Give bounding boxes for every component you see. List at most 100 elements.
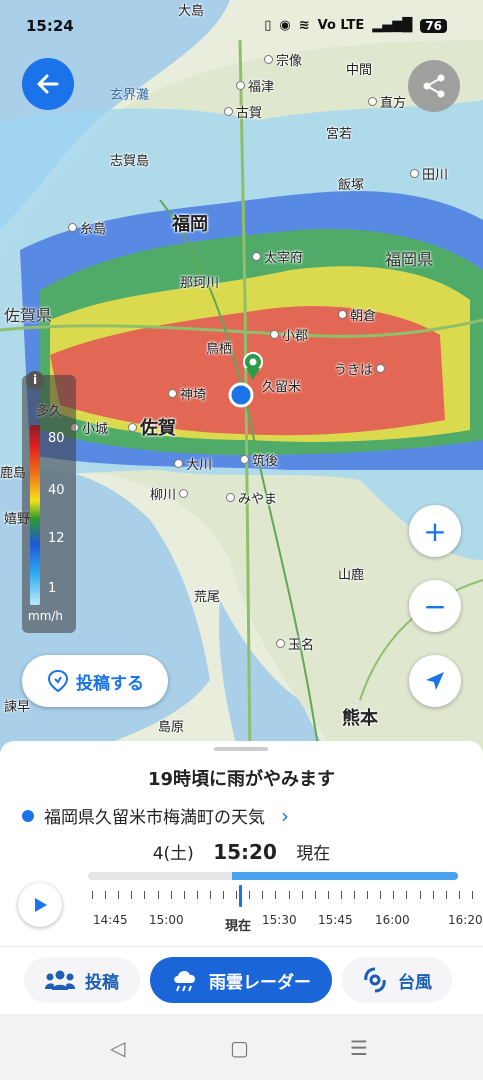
location-icon: ◉ (279, 18, 291, 33)
city-label: 佐賀 (128, 414, 176, 440)
city-label: 太宰府 (252, 247, 303, 266)
city-label: 筑後 (240, 450, 278, 469)
current-location-button[interactable] (409, 655, 461, 707)
city-label: 玉名 (276, 634, 314, 653)
tab-rain-radar[interactable]: 雨雲レーダー (150, 957, 332, 1003)
sea-label: 玄界灘 (110, 88, 150, 103)
city-label: 熊本 (342, 708, 378, 729)
timeline-tick (419, 891, 421, 899)
legend-color-bar (30, 425, 40, 605)
city-label: 田川 (410, 164, 448, 183)
timeline-tick (105, 891, 107, 899)
timeline-tick (209, 891, 211, 899)
timeline-tick (170, 891, 172, 899)
timeline-track[interactable] (88, 872, 458, 880)
post-report-button[interactable]: 投稿する (22, 655, 168, 707)
home-nav-icon[interactable]: ▢ (230, 1036, 249, 1060)
city-label: 古賀 (224, 102, 262, 121)
location-dot-icon (22, 809, 34, 822)
tab-label: 台風 (398, 972, 432, 993)
zoom-in-button[interactable]: + (409, 505, 461, 557)
timeline-tick (262, 891, 264, 899)
info-icon[interactable]: i (26, 371, 44, 389)
timeline-labels: 14:45 15:00 現在 15:30 15:45 16:00 16:20 (0, 913, 483, 934)
tab-typhoon[interactable]: 台風 (342, 957, 452, 1003)
timeline-label: 15:00 (149, 913, 184, 927)
timeline-now-marker[interactable] (239, 885, 242, 907)
city-label: 朝倉 (338, 305, 376, 324)
timeline-tick (223, 891, 224, 899)
timeline-ticks[interactable] (88, 885, 483, 907)
timeline-tick (301, 891, 303, 899)
timeline-tick (367, 891, 369, 899)
city-label: 直方 (368, 92, 406, 111)
legend-level: 80 (48, 431, 65, 446)
share-button[interactable] (408, 60, 460, 112)
time-label: 15:20 (213, 840, 277, 864)
precipitation-legend: i 80 40 12 1 mm/h (22, 371, 76, 633)
city-label: 神埼 (168, 384, 206, 403)
city-label: 飯塚 (338, 178, 365, 193)
recents-nav-icon[interactable]: ☰ (350, 1036, 368, 1060)
rain-radar-map[interactable]: 玄界灘 福岡県 佐賀県 大島 宗像 福津 古賀 中間 直方 宮若 飯塚 田川 糸… (0, 0, 483, 760)
plus-icon: + (423, 514, 447, 548)
timeline-tick (340, 891, 342, 899)
vibrate-icon: ▯ (264, 18, 272, 33)
legend-level: 12 (48, 531, 65, 546)
arrow-left-icon (37, 74, 59, 94)
sheet-handle[interactable] (214, 747, 268, 751)
back-button[interactable] (22, 58, 74, 110)
back-nav-icon[interactable]: ◁ (110, 1036, 125, 1060)
tab-posts[interactable]: 投稿 (24, 957, 140, 1003)
city-label: 福津 (236, 76, 274, 95)
wifi-icon: ≋ (298, 18, 310, 33)
legend-level: 40 (48, 483, 65, 498)
timeline-tick (380, 891, 382, 899)
signal-icon: ▂▄▆█ (372, 18, 413, 33)
city-label: 島原 (158, 720, 185, 735)
navigation-arrow-icon (426, 672, 444, 690)
timeline-tick (249, 891, 251, 899)
timeline-tick (458, 891, 460, 899)
timeline-now-label: 現在 (225, 919, 252, 934)
timeline-tick (432, 891, 434, 899)
current-time-row: 4(土) 15:20 現在 (0, 839, 483, 864)
timeline-tick (183, 891, 185, 899)
date-label: 4(土) (152, 844, 194, 864)
system-navigation-bar: ◁ ▢ ☰ (0, 1014, 483, 1080)
city-label: うきは (334, 359, 386, 378)
tab-label: 投稿 (85, 972, 119, 993)
city-label: 久留米 (262, 380, 302, 395)
timeline-tick (471, 891, 473, 899)
timeline-label: 15:30 (262, 913, 297, 927)
city-label: 糸島 (68, 218, 106, 237)
legend-unit: mm/h (28, 609, 64, 623)
city-label: 志賀島 (110, 154, 150, 169)
city-label: 諫早 (4, 700, 31, 715)
city-label: 中間 (346, 63, 373, 78)
timeline-tick (118, 891, 120, 899)
forecast-range (232, 872, 458, 880)
status-time: 15:24 (26, 17, 74, 35)
city-label: みやま (226, 488, 277, 507)
timeline-tick (393, 891, 395, 899)
city-label: 小郡 (270, 325, 308, 344)
timeline-tick (275, 891, 277, 899)
city-label: 鳥栖 (206, 342, 233, 357)
city-label: 柳川 (150, 484, 189, 503)
timeline-tick (354, 891, 355, 899)
timeline-tick (445, 891, 447, 899)
bottom-tab-bar: 投稿 雨雲レーダー 台風 (0, 946, 483, 1015)
now-label: 現在 (296, 844, 331, 864)
timeline-tick (288, 891, 290, 899)
timeline-tick (92, 891, 93, 899)
timeline-tick (157, 891, 159, 899)
legend-level: 1 (48, 581, 57, 596)
timeline-tick (196, 891, 198, 899)
timeline-label: 15:45 (318, 913, 353, 927)
location-link[interactable]: 福岡県久留米市梅満町の天気 › (22, 803, 289, 828)
play-icon (35, 898, 47, 912)
zoom-out-button[interactable]: − (409, 580, 461, 632)
timeline-tick (406, 891, 408, 899)
people-icon (45, 970, 75, 990)
